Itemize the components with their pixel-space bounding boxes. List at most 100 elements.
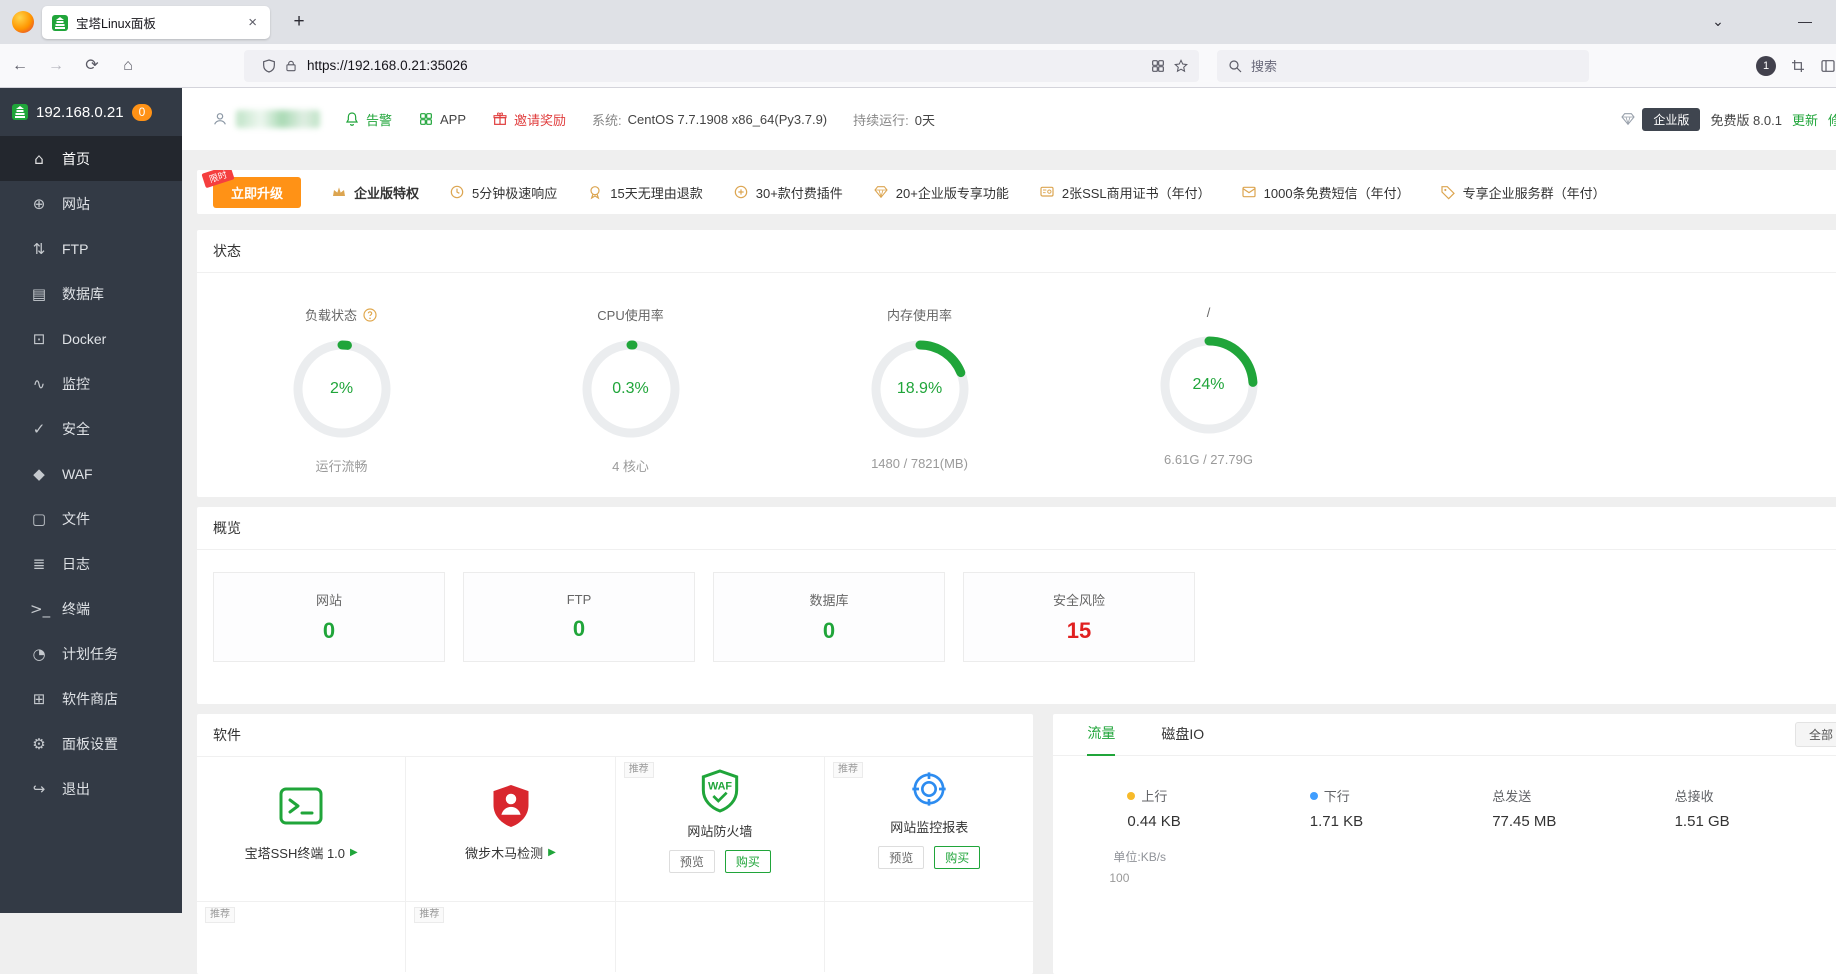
monitor-report-icon	[909, 769, 949, 809]
preview-button[interactable]: 预览	[878, 846, 925, 869]
page-actions-icon[interactable]	[1150, 58, 1166, 74]
user-avatar-icon[interactable]	[212, 111, 228, 127]
sidebar-item-appstore[interactable]: ⊞ 软件商店	[0, 676, 182, 721]
software-waf-firewall[interactable]: 推荐 WAF 网站防火墙 预览 购买	[616, 757, 826, 901]
mail-icon	[1241, 184, 1257, 200]
downstream-dot-icon	[1309, 791, 1318, 800]
software-card: 软件 宝塔SSH终端 1.0 ▶ 微步木马检测 ▶ 推荐 WAF 网站防火墙 预…	[197, 714, 1034, 974]
gauge-disk-sub: 6.61G / 27.79G	[1164, 452, 1253, 467]
search-bar[interactable]: 搜索	[1217, 49, 1589, 82]
promo-service-group[interactable]: 专享企业服务群（年付）	[1440, 183, 1606, 202]
promo-ssl-certs[interactable]: 2张SSL商用证书（年付）	[1039, 183, 1211, 202]
sidebar-item-logout[interactable]: ↪ 退出	[0, 766, 182, 811]
stat-downstream: 下行 1.71 KB	[1309, 786, 1492, 830]
back-button[interactable]: ←	[4, 50, 36, 82]
alarm-link[interactable]: 告警	[344, 110, 392, 129]
ftp-transfer-icon: ⇅	[32, 239, 46, 258]
software-ssh-terminal[interactable]: 宝塔SSH终端 1.0 ▶	[197, 757, 407, 901]
sidebar-item-waf[interactable]: ◆ WAF	[0, 451, 182, 496]
topbar-right: 企业版 免费版 8.0.1 更新 修复	[1620, 107, 1836, 131]
lock-icon[interactable]	[284, 59, 298, 73]
gauge-memory-sub: 1480 / 7821(MB)	[871, 456, 968, 471]
all-button[interactable]: 全部	[1794, 722, 1836, 747]
promo-enterprise-privilege[interactable]: 企业版特权	[331, 183, 419, 202]
buy-button[interactable]: 购买	[724, 850, 771, 873]
tab-traffic[interactable]: 流量	[1087, 723, 1116, 756]
preview-button[interactable]: 预览	[668, 850, 715, 873]
buy-button[interactable]: 购买	[934, 846, 981, 869]
software-monitor-report[interactable]: 推荐 网站监控报表 预览 购买	[825, 757, 1033, 901]
sidebar-item-monitor[interactable]: ∿ 监控	[0, 361, 182, 406]
recommend-tag: 推荐	[833, 762, 864, 778]
status-gauges: 负载状态 2% 运行流畅 CPU使用率 0.3% 4 核心 内存使用率 18.9…	[197, 273, 1836, 475]
tracking-shield-icon[interactable]	[261, 58, 277, 74]
app-link[interactable]: APP	[418, 111, 466, 127]
system-info: 系统: CentOS 7.7.1908 x86_64(Py3.7.9)	[592, 111, 828, 128]
home-icon: ⌂	[34, 149, 44, 168]
browser-toolbar: ← → ⟳ ⌂ https://192.168.0.21:35026 搜索 1	[0, 44, 1836, 88]
play-icon[interactable]: ▶	[548, 847, 556, 858]
repair-link[interactable]: 修复	[1828, 110, 1836, 129]
sidebar-item-home[interactable]: ⌂ 首页	[0, 136, 182, 181]
sidebar-toggle-icon[interactable]	[1820, 58, 1836, 74]
sidebar-item-database[interactable]: ▤ 数据库	[0, 271, 182, 316]
promo-free-sms[interactable]: 1000条免费短信（年付）	[1241, 183, 1410, 202]
downstream-value: 1.71 KB	[1309, 813, 1364, 830]
promo-refund[interactable]: 15天无理由退款	[587, 183, 703, 202]
overview-card: 概览 网站 0 FTP 0 数据库 0 安全风险 15	[197, 507, 1836, 704]
enterprise-badge[interactable]: 企业版	[1642, 107, 1701, 131]
sidebar-item-files[interactable]: ▢ 文件	[0, 496, 182, 541]
help-question-icon[interactable]	[362, 307, 378, 323]
promo-exclusive-features[interactable]: 20+企业版专享功能	[873, 183, 1009, 202]
forward-button[interactable]: →	[40, 50, 72, 82]
baota-logo-icon	[12, 104, 28, 120]
new-tab-button[interactable]: +	[284, 8, 314, 38]
sidebar-item-logs[interactable]: ≣ 日志	[0, 541, 182, 586]
url-bar[interactable]: https://192.168.0.21:35026	[244, 49, 1199, 82]
overview-database[interactable]: 数据库 0	[713, 572, 945, 662]
upgrade-now-button[interactable]: 限时 立即升级	[201, 170, 302, 208]
app-grid-icon	[418, 111, 434, 127]
website-globe-icon: ⊕	[32, 194, 46, 213]
waf-shield-icon: ◆	[33, 464, 45, 483]
list-tabs-chevron-icon[interactable]: ⌄	[1702, 8, 1734, 36]
home-button[interactable]: ⌂	[112, 50, 144, 82]
sidebar-header: 192.168.0.21 0	[0, 88, 182, 136]
sidebar-item-ftp[interactable]: ⇅ FTP	[0, 226, 182, 271]
bookmark-star-icon[interactable]	[1173, 58, 1189, 74]
firefox-icon	[12, 11, 34, 33]
tab-close-icon[interactable]: ×	[245, 14, 260, 31]
overview-website[interactable]: 网站 0	[213, 572, 445, 662]
folder-icon: ▢	[31, 509, 47, 528]
sidebar-item-website[interactable]: ⊕ 网站	[0, 181, 182, 226]
overview-ftp[interactable]: FTP 0	[463, 572, 695, 662]
gauge-memory-value: 18.9%	[896, 380, 943, 397]
software-trojan-scan[interactable]: 微步木马检测 ▶	[406, 757, 616, 901]
search-placeholder: 搜索	[1251, 59, 1278, 74]
update-link[interactable]: 更新	[1792, 110, 1818, 129]
screenshot-icon[interactable]	[1790, 58, 1806, 74]
plugin-icon	[733, 184, 749, 200]
promo-fast-response[interactable]: 5分钟极速响应	[449, 183, 557, 202]
svg-text:WAF: WAF	[708, 780, 732, 792]
total-sent-value: 77.45 MB	[1492, 813, 1557, 830]
server-ip: 192.168.0.21	[36, 103, 124, 121]
invite-reward-link[interactable]: 邀请奖励	[492, 110, 566, 129]
overview-security-risk[interactable]: 安全风险 15	[963, 572, 1195, 662]
window-minimize-button[interactable]: —	[1788, 8, 1822, 36]
sidebar-item-settings[interactable]: ⚙ 面板设置	[0, 721, 182, 766]
sidebar-item-terminal[interactable]: >_ 终端	[0, 586, 182, 631]
sidebar-item-docker[interactable]: ⊡ Docker	[0, 316, 182, 361]
browser-tab[interactable]: 宝塔Linux面板 ×	[42, 6, 270, 39]
account-badge-icon[interactable]: 1	[1756, 55, 1776, 76]
play-icon[interactable]: ▶	[350, 847, 358, 858]
promo-paid-plugins[interactable]: 30+款付费插件	[733, 183, 843, 202]
uptime-info: 持续运行: 0天	[853, 112, 935, 128]
gauge-memory: 内存使用率 18.9% 1480 / 7821(MB)	[775, 305, 1064, 475]
security-risk-count: 15	[1066, 618, 1092, 643]
tab-disk-io[interactable]: 磁盘IO	[1161, 724, 1204, 755]
alarm-bell-icon	[344, 111, 360, 127]
sidebar-item-security[interactable]: ✓ 安全	[0, 406, 182, 451]
sidebar-item-cron[interactable]: ◔ 计划任务	[0, 631, 182, 676]
reload-button[interactable]: ⟳	[76, 50, 108, 82]
